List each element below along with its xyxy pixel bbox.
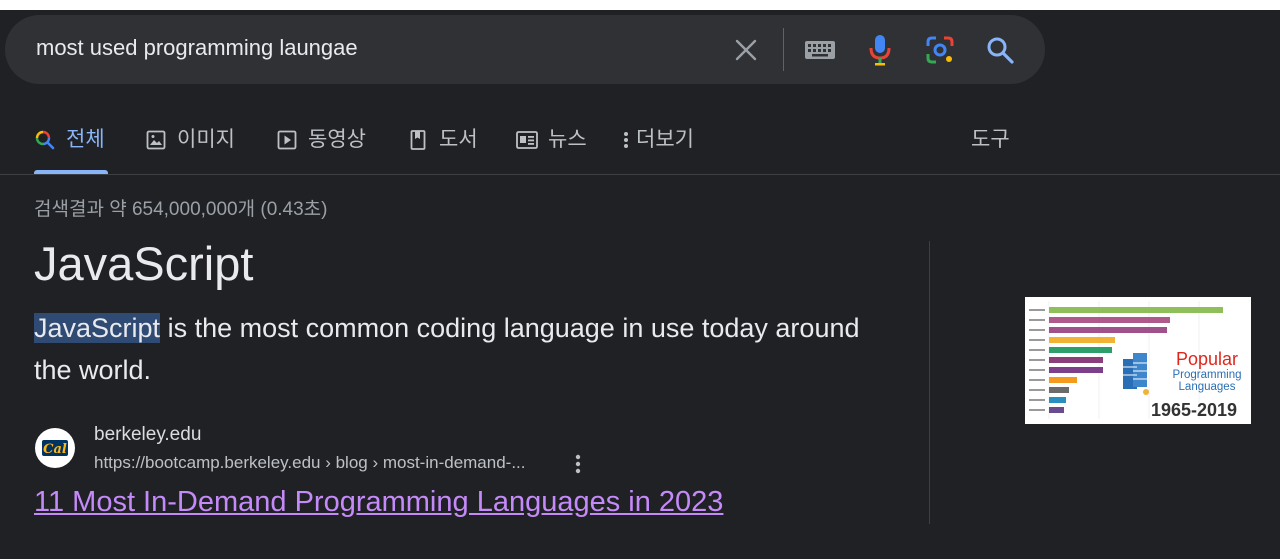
- tabs-divider: [0, 174, 1280, 175]
- tab-videos[interactable]: 동영상: [276, 120, 366, 174]
- tab-books-label: 도서: [439, 128, 478, 151]
- more-vert-icon: [622, 129, 630, 151]
- berkeley-logo-icon: Cal: [38, 431, 72, 465]
- keyboard-icon: [805, 41, 835, 59]
- source-url[interactable]: https://bootcamp.berkeley.edu › blog › m…: [94, 453, 526, 473]
- voice-search-button[interactable]: [862, 32, 898, 68]
- search-tabs: 전체 이미지 동영상 도서 뉴스 더보기 도구: [0, 120, 1280, 174]
- tools-label: 도구: [971, 128, 1010, 151]
- tab-images-label: 이미지: [177, 128, 235, 151]
- search-icon: [34, 129, 56, 151]
- search-bar-divider: [783, 28, 784, 71]
- browser-top-strip: [0, 0, 1280, 10]
- microphone-icon: [869, 35, 891, 66]
- more-vert-icon: [575, 454, 581, 474]
- highlighted-term: JavaScript: [34, 313, 161, 343]
- tab-news[interactable]: 뉴스: [516, 120, 587, 174]
- search-input[interactable]: most used programming laungae: [36, 35, 358, 61]
- search-icon: [987, 37, 1014, 64]
- thumbnail-bar-chart-image: Popular Programming Languages 1965-2019: [1029, 301, 1242, 420]
- lens-search-button[interactable]: [922, 32, 958, 68]
- news-icon: [516, 129, 538, 151]
- featured-answer-title: JavaScript: [34, 237, 254, 290]
- thumbnail-title-line2: Programming: [1172, 369, 1241, 381]
- image-icon: [145, 129, 167, 151]
- featured-answer-text: JavaScript is the most common coding lan…: [34, 307, 894, 391]
- tools-button[interactable]: 도구: [971, 120, 1010, 174]
- search-bar[interactable]: most used programming laungae: [5, 15, 1045, 84]
- tab-all-label: 전체: [66, 128, 105, 151]
- tab-all[interactable]: 전체: [34, 120, 105, 174]
- result-title-link[interactable]: 11 Most In-Demand Programming Languages …: [34, 486, 723, 519]
- result-thumbnail[interactable]: Popular Programming Languages 1965-2019: [1025, 297, 1251, 424]
- video-icon: [276, 129, 298, 151]
- thumbnail-title-line1: Popular: [1176, 349, 1238, 369]
- book-icon: [407, 129, 429, 151]
- thumbnail-years: 1965-2019: [1151, 400, 1237, 420]
- tab-books[interactable]: 도서: [407, 120, 478, 174]
- keyboard-button[interactable]: [802, 32, 838, 68]
- tab-videos-label: 동영상: [308, 128, 366, 151]
- tab-more[interactable]: 더보기: [622, 120, 694, 174]
- search-submit-button[interactable]: [982, 32, 1018, 68]
- source-site-name[interactable]: berkeley.edu: [94, 424, 201, 446]
- column-divider: [929, 241, 930, 524]
- tab-more-label: 더보기: [636, 128, 694, 151]
- result-options-button[interactable]: [568, 452, 588, 476]
- result-stats: 검색결과 약 654,000,000개 (0.43초): [34, 199, 328, 220]
- close-icon: [735, 39, 757, 61]
- site-favicon[interactable]: Cal: [35, 428, 75, 468]
- svg-text:Cal: Cal: [43, 442, 67, 457]
- thumbnail-title-line3: Languages: [1179, 381, 1236, 393]
- tab-images[interactable]: 이미지: [145, 120, 235, 174]
- tab-news-label: 뉴스: [548, 128, 587, 151]
- camera-lens-icon: [926, 36, 954, 64]
- clear-search-button[interactable]: [728, 32, 764, 68]
